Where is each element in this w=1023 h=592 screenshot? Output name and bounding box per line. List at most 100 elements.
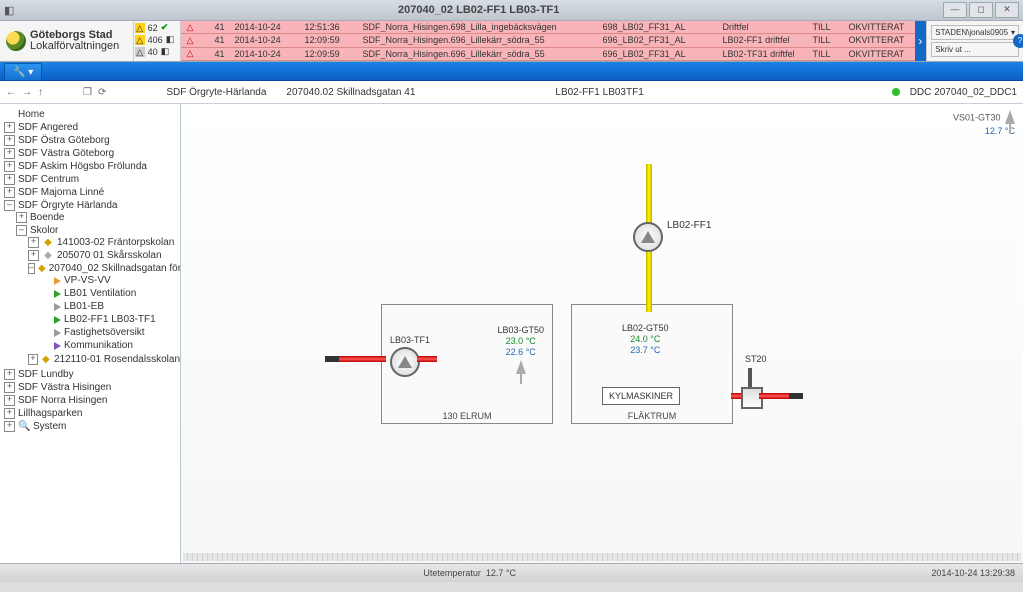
minimize-button[interactable]: — xyxy=(943,2,967,18)
status-dot-icon xyxy=(892,88,900,96)
refresh-button[interactable]: ⟳ xyxy=(98,87,106,98)
pipe-exhaust xyxy=(336,356,386,362)
alarm-count-column: △62✔ △406◧ △40◧ xyxy=(134,21,181,61)
tree-item[interactable]: +Lillhagsparken xyxy=(4,408,180,419)
app-icon: ◧ xyxy=(4,4,14,17)
main-area: Home +SDF Angered +SDF Östra Göteborg +S… xyxy=(0,104,1023,563)
close-button[interactable]: ✕ xyxy=(995,2,1019,18)
crumb-1[interactable]: SDF Örgryte-Härlanda xyxy=(166,87,266,98)
tree-item[interactable]: –SDF Örgryte Härlanda xyxy=(4,200,180,211)
tree-item[interactable]: +SDF Lundby xyxy=(4,369,180,380)
tree-leaf[interactable]: VP-VS-VV xyxy=(40,275,180,286)
maximize-button[interactable]: ◻ xyxy=(969,2,993,18)
folder-icon: ◆ xyxy=(42,237,54,248)
tree-item[interactable]: –Skolor xyxy=(16,225,180,236)
alarm-path: SDF_Norra_Hisingen.696_Lillekärr_södra_5… xyxy=(363,35,593,45)
tree-item[interactable]: +🔍System xyxy=(4,421,180,432)
nav-tree[interactable]: Home +SDF Angered +SDF Östra Göteborg +S… xyxy=(0,104,181,563)
alarm-row[interactable]: △412014-10-2412:51:36SDF_Norra_Hisingen.… xyxy=(181,21,915,34)
tree-item[interactable]: +SDF Askim Högsbo Frölunda xyxy=(4,161,180,172)
alarm-path: SDF_Norra_Hisingen.698_Lilla_ingebäcksvä… xyxy=(363,22,593,32)
tree-item[interactable]: +SDF Västra Hisingen xyxy=(4,382,180,393)
copy-button[interactable]: ❐ xyxy=(83,87,92,98)
tree-item[interactable]: +◆205070 01 Skårsskolan xyxy=(28,250,180,261)
alarm-pri: 41 xyxy=(209,22,225,32)
alarm-date: 2014-10-24 xyxy=(235,49,295,59)
nav-forward-button[interactable]: → xyxy=(22,87,32,98)
room-label: FLÄKTRUM xyxy=(572,411,732,421)
valve-stem-icon xyxy=(748,368,752,387)
tree-leaf[interactable]: Kommunikation xyxy=(40,340,180,351)
tree-item[interactable]: +◆212110-01 Rosendalsskolan xyxy=(28,354,180,365)
alarm-list: △412014-10-2412:51:36SDF_Norra_Hisingen.… xyxy=(181,21,915,61)
sensor-label: VS01-GT30 xyxy=(953,112,1001,122)
room-130-elrum: LB03-TF1 LB03-GT50 23.0 °C 22.6 °C 130 E… xyxy=(381,304,553,424)
tree-item[interactable]: +SDF Centrum xyxy=(4,174,180,185)
alarm-tag: 696_LB02_FF31_AL xyxy=(603,49,713,59)
alarm-desc: LB02-FF1 driftfel xyxy=(723,35,803,45)
toolbar: ← → ↑ ❐ ⟳ SDF Örgryte-Härlanda 207040.02… xyxy=(0,81,1023,104)
state-icon: ◧ xyxy=(161,46,170,57)
tree-item[interactable]: +SDF Västra Göteborg xyxy=(4,148,180,159)
crumb-2[interactable]: 207040.02 Skillnadsgatan 41 xyxy=(286,87,415,98)
alarm-row[interactable]: △412014-10-2412:09:59SDF_Norra_Hisingen.… xyxy=(181,34,915,47)
kylmaskiner-box[interactable]: KYLMASKINER xyxy=(602,387,680,405)
alarm-tri-icon: △ xyxy=(187,48,199,59)
tree-home[interactable]: Home xyxy=(4,109,180,120)
tree-leaf[interactable]: LB01-EB xyxy=(40,301,180,312)
pipe-supply xyxy=(646,304,652,312)
alarm-time: 12:09:59 xyxy=(305,49,353,59)
alarm-row[interactable]: △ 41 2014-10-24 12:09:59 SDF_Norra_Hisingen.… xyxy=(181,48,915,61)
tree-leaf[interactable]: LB02-FF1 LB03-TF1 xyxy=(40,314,180,325)
arrow-icon xyxy=(325,356,339,362)
alarm-ack: OKVITTERAT xyxy=(849,22,909,32)
print-label: Skriv ut ... xyxy=(935,45,971,54)
tree-item[interactable]: +SDF Angered xyxy=(4,122,180,133)
nav-up-button[interactable]: ↑ xyxy=(38,87,43,98)
alarm-tag: 698_LB02_FF31_AL xyxy=(603,22,713,32)
room-label: 130 ELRUM xyxy=(382,411,552,421)
tree-item[interactable]: +SDF Östra Göteborg xyxy=(4,135,180,146)
alarm-desc: Driftfel xyxy=(723,22,803,32)
alarm-state: TILL xyxy=(813,49,839,59)
footer-temp-value: 12.7 °C xyxy=(486,568,516,578)
fan-lb03-tf1[interactable] xyxy=(390,347,420,377)
page-title: LB02-FF1 LB03TF1 xyxy=(555,87,643,98)
tree-leaf[interactable]: LB01 Ventilation xyxy=(40,288,180,299)
alarm-state: TILL xyxy=(813,35,839,45)
tools-menu-button[interactable]: 🔧 ▾ xyxy=(4,63,42,81)
folder-icon: ◆ xyxy=(41,354,51,365)
alarm-state: TILL xyxy=(813,22,839,32)
alarm-count-value: 62 xyxy=(148,23,158,33)
diagram-canvas: VS01-GT30 12.7 °C LB02-FF1 LB03-TF1 LB03… xyxy=(181,104,1023,563)
tree-item[interactable]: –◆207040_02 Skillnadsgatan förs... xyxy=(28,263,180,274)
alarm-next-button[interactable]: › xyxy=(915,21,927,61)
nav-back-button[interactable]: ← xyxy=(6,87,16,98)
alarm-tri-icon: △ xyxy=(135,35,145,45)
search-icon: 🔍 xyxy=(18,421,30,432)
tree-item[interactable]: +◆141003-02 Fräntorpskolan xyxy=(28,237,180,248)
alarm-count-value: 406 xyxy=(148,35,163,45)
page-icon xyxy=(54,277,61,285)
help-icon[interactable]: ? xyxy=(1013,34,1023,48)
tree-item[interactable]: +SDF Norra Hisingen xyxy=(4,395,180,406)
tree-leaf[interactable]: Fastighetsöversikt xyxy=(40,327,180,338)
print-button[interactable]: Skriv ut ... xyxy=(931,42,1019,57)
pipe-exhaust xyxy=(759,393,789,399)
sensor-lb03-gt50: LB03-GT50 23.0 °C 22.6 °C xyxy=(497,325,544,377)
fan-lb02-ff1[interactable] xyxy=(633,222,663,252)
alarm-path: SDF_Norra_Hisingen.696_Lillekärr_södra_5… xyxy=(363,49,593,59)
fan-label: LB03-TF1 xyxy=(390,335,430,345)
tree-item[interactable]: +SDF Majorna Linné xyxy=(4,187,180,198)
user-name-field[interactable]: STADEN\jonals0905▾ xyxy=(931,25,1019,40)
outdoor-sensor: VS01-GT30 12.7 °C xyxy=(953,110,1015,136)
page-icon xyxy=(54,303,61,311)
alarm-ack: OKVITTERAT xyxy=(849,49,909,59)
status-bar: Utetemperatur 12.7 °C 2014-10-24 13:29:3… xyxy=(0,563,1023,582)
alarm-date: 2014-10-24 xyxy=(235,22,295,32)
tree-item[interactable]: +Boende xyxy=(16,212,180,223)
alarm-tri-icon: △ xyxy=(187,35,199,46)
alarm-pri: 41 xyxy=(209,35,225,45)
alarm-tag: 696_LB02_FF31_AL xyxy=(603,35,713,45)
alarm-pri: 41 xyxy=(209,49,225,59)
